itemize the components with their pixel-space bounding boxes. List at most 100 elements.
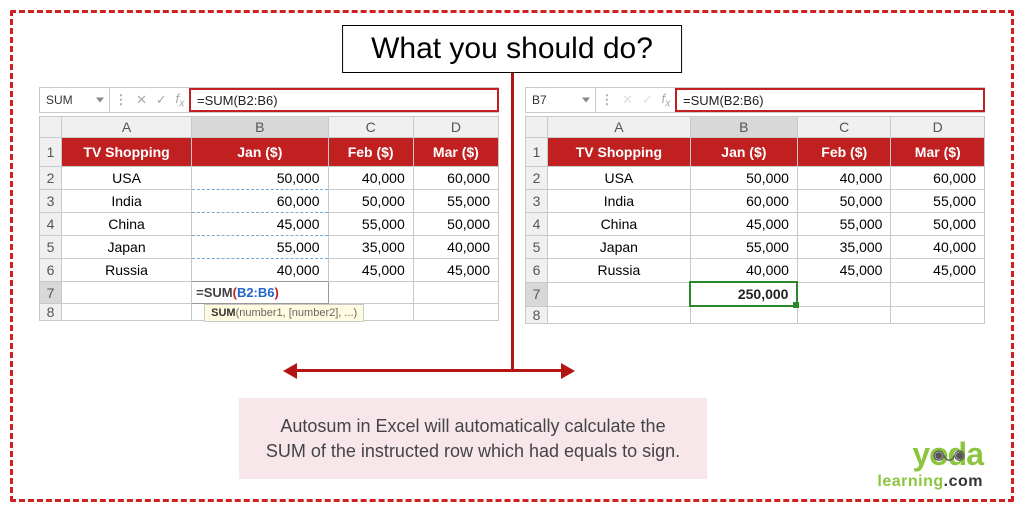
accept-icon[interactable]: ✓ [156, 92, 167, 108]
cell[interactable]: TV Shopping [548, 138, 691, 167]
cell[interactable]: 55,000 [413, 190, 498, 213]
spreadsheet-grid[interactable]: A B C D 1 TV Shopping Jan ($) Feb ($) Ma… [525, 116, 985, 324]
cell[interactable]: Mar ($) [891, 138, 985, 167]
cell[interactable]: Japan [62, 236, 192, 259]
row-header[interactable]: 8 [40, 304, 62, 321]
cell[interactable] [797, 282, 891, 306]
cell[interactable]: 45,000 [690, 213, 797, 236]
cell[interactable] [690, 306, 797, 323]
select-all-corner[interactable] [526, 117, 548, 138]
cancel-icon[interactable]: ✕ [136, 92, 147, 108]
cell[interactable]: 35,000 [797, 236, 891, 259]
more-icon[interactable]: ⋮ [600, 92, 613, 108]
chevron-down-icon[interactable] [96, 98, 104, 103]
row-header[interactable]: 1 [526, 138, 548, 167]
cell[interactable]: 55,000 [192, 236, 328, 259]
cell[interactable]: 50,000 [891, 213, 985, 236]
chevron-down-icon[interactable] [582, 98, 590, 103]
cell[interactable]: 45,000 [328, 259, 413, 282]
cell[interactable]: 50,000 [797, 190, 891, 213]
cell[interactable]: 50,000 [328, 190, 413, 213]
cell[interactable]: 60,000 [413, 167, 498, 190]
cell[interactable]: 40,000 [690, 259, 797, 283]
select-all-corner[interactable] [40, 117, 62, 138]
cell[interactable]: 50,000 [690, 167, 797, 190]
cell[interactable]: USA [62, 167, 192, 190]
cell[interactable] [328, 282, 413, 304]
cell[interactable]: 40,000 [797, 167, 891, 190]
row-header[interactable]: 3 [526, 190, 548, 213]
cell[interactable]: China [62, 213, 192, 236]
cell[interactable]: Feb ($) [797, 138, 891, 167]
cell[interactable]: China [548, 213, 691, 236]
col-header[interactable]: D [413, 117, 498, 138]
cell[interactable]: India [62, 190, 192, 213]
cell[interactable]: India [548, 190, 691, 213]
spreadsheet-grid[interactable]: A B C D 1 TV Shopping Jan ($) Feb ($) Ma… [39, 116, 499, 321]
cell[interactable]: 45,000 [891, 259, 985, 283]
col-header[interactable]: D [891, 117, 985, 138]
cell[interactable]: 45,000 [797, 259, 891, 283]
cell[interactable]: TV Shopping [62, 138, 192, 167]
col-header[interactable]: A [62, 117, 192, 138]
cell[interactable] [891, 282, 985, 306]
row-header[interactable]: 5 [526, 236, 548, 259]
row-header[interactable]: 2 [40, 167, 62, 190]
formula-input[interactable]: =SUM(B2:B6) [675, 88, 985, 112]
row-header[interactable]: 8 [526, 306, 548, 323]
cell[interactable]: 60,000 [891, 167, 985, 190]
cell[interactable]: 45,000 [413, 259, 498, 282]
active-cell[interactable]: =SUM(B2:B6) SUM(number1, [number2], ...) [192, 282, 328, 304]
cell[interactable]: 40,000 [192, 259, 328, 282]
col-header[interactable]: C [328, 117, 413, 138]
row-header[interactable]: 5 [40, 236, 62, 259]
row-header[interactable]: 6 [526, 259, 548, 283]
cell[interactable]: Jan ($) [192, 138, 328, 167]
row-header[interactable]: 2 [526, 167, 548, 190]
cell[interactable]: Japan [548, 236, 691, 259]
name-box[interactable]: B7 [526, 88, 596, 112]
cell[interactable]: 50,000 [413, 213, 498, 236]
row-header[interactable]: 7 [40, 282, 62, 304]
row-header[interactable]: 6 [40, 259, 62, 282]
fx-icon[interactable]: fx [176, 91, 185, 110]
row-header[interactable]: 4 [526, 213, 548, 236]
cell[interactable]: 45,000 [192, 213, 328, 236]
cell[interactable]: Mar ($) [413, 138, 498, 167]
row-header[interactable]: 7 [526, 282, 548, 306]
cell[interactable] [548, 282, 691, 306]
active-cell[interactable]: 250,000 [690, 282, 797, 306]
cell[interactable] [413, 304, 498, 321]
cell[interactable]: 55,000 [891, 190, 985, 213]
cell[interactable]: Russia [548, 259, 691, 283]
cell[interactable] [548, 306, 691, 323]
cell[interactable] [797, 306, 891, 323]
fx-icon[interactable]: fx [662, 91, 671, 110]
cell[interactable]: 55,000 [328, 213, 413, 236]
cell[interactable]: USA [548, 167, 691, 190]
col-header[interactable]: B [690, 117, 797, 138]
cell[interactable]: 55,000 [690, 236, 797, 259]
more-icon[interactable]: ⋮ [114, 92, 127, 108]
cell[interactable]: 40,000 [891, 236, 985, 259]
col-header[interactable]: A [548, 117, 691, 138]
cell[interactable] [413, 282, 498, 304]
cell[interactable]: 40,000 [413, 236, 498, 259]
formula-input[interactable]: =SUM(B2:B6) [189, 88, 499, 112]
cell[interactable] [62, 282, 192, 304]
cell[interactable]: Feb ($) [328, 138, 413, 167]
cell[interactable]: 35,000 [328, 236, 413, 259]
row-header[interactable]: 4 [40, 213, 62, 236]
cell[interactable] [891, 306, 985, 323]
col-header[interactable]: B [192, 117, 328, 138]
col-header[interactable]: C [797, 117, 891, 138]
cell[interactable]: Russia [62, 259, 192, 282]
cell[interactable]: Jan ($) [690, 138, 797, 167]
cell[interactable]: 40,000 [328, 167, 413, 190]
row-header[interactable]: 1 [40, 138, 62, 167]
cell[interactable]: 60,000 [690, 190, 797, 213]
name-box[interactable]: SUM [40, 88, 110, 112]
row-header[interactable]: 3 [40, 190, 62, 213]
cell[interactable]: 60,000 [192, 190, 328, 213]
cell[interactable] [62, 304, 192, 321]
